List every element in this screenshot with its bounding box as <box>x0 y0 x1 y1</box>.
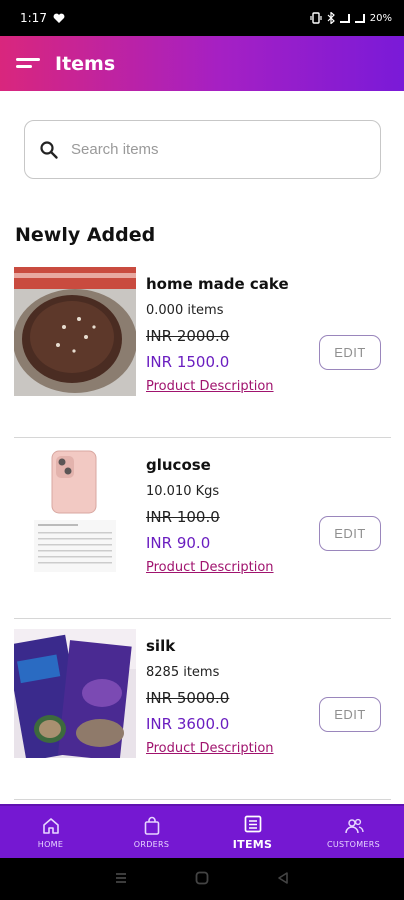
list-item: glucose 10.010 Kgs INR 100.0 INR 90.0 Pr… <box>0 448 404 619</box>
signal-icon <box>339 13 350 23</box>
divider <box>14 437 391 438</box>
recents-icon[interactable] <box>114 870 128 889</box>
item-quantity: 0.000 items <box>146 303 224 318</box>
back-icon[interactable] <box>276 870 290 889</box>
heart-icon <box>53 13 65 23</box>
nav-home[interactable]: HOME <box>0 806 101 858</box>
section-title: Newly Added <box>15 224 156 246</box>
list-item: silk 8285 items INR 5000.0 INR 3600.0 Pr… <box>0 629 404 800</box>
nav-orders[interactable]: ORDERS <box>101 806 202 858</box>
home-icon <box>42 817 59 834</box>
list-item: home made cake 0.000 items INR 2000.0 IN… <box>0 267 404 438</box>
home-button-icon[interactable] <box>195 870 209 889</box>
status-left: 1:17 <box>20 11 65 25</box>
item-name: silk <box>146 637 176 655</box>
product-image-glucose[interactable] <box>14 448 136 577</box>
item-original-price: INR 100.0 <box>146 508 220 526</box>
nav-customers[interactable]: CUSTOMERS <box>303 806 404 858</box>
vibrate-icon <box>310 12 322 24</box>
search-box[interactable] <box>24 120 381 179</box>
menu-icon[interactable] <box>16 56 40 72</box>
item-quantity: 8285 items <box>146 665 220 680</box>
product-description-link[interactable]: Product Description <box>146 379 274 394</box>
system-nav-bar <box>0 858 404 900</box>
page-title: Items <box>55 52 116 75</box>
bluetooth-icon <box>327 12 335 24</box>
nav-label: HOME <box>37 839 64 849</box>
item-sale-price: INR 3600.0 <box>146 715 230 733</box>
edit-button[interactable]: EDIT <box>319 516 381 551</box>
list-icon <box>244 815 261 832</box>
divider <box>14 799 391 800</box>
item-sale-price: INR 90.0 <box>146 534 211 552</box>
battery-level: 20% <box>369 12 392 24</box>
edit-button[interactable]: EDIT <box>319 697 381 732</box>
nav-items[interactable]: ITEMS <box>202 806 303 858</box>
item-original-price: INR 5000.0 <box>146 689 230 707</box>
status-right: 20% <box>310 12 392 24</box>
search-input[interactable] <box>71 141 351 158</box>
item-quantity: 10.010 Kgs <box>146 484 220 499</box>
people-icon <box>344 818 364 833</box>
item-sale-price: INR 1500.0 <box>146 353 230 371</box>
nav-label: CUSTOMERS <box>327 839 380 849</box>
product-image-cake[interactable] <box>14 267 136 396</box>
product-image-silk[interactable] <box>14 629 136 758</box>
product-description-link[interactable]: Product Description <box>146 560 274 575</box>
edit-button[interactable]: EDIT <box>319 335 381 370</box>
nav-label: ORDERS <box>133 839 170 849</box>
item-name: home made cake <box>146 275 289 293</box>
item-name: glucose <box>146 456 211 474</box>
item-original-price: INR 2000.0 <box>146 327 230 345</box>
search-icon <box>40 140 58 159</box>
app-bar: Items <box>0 36 404 91</box>
bag-icon <box>144 816 159 835</box>
bottom-nav: HOME ORDERS ITEMS CUSTOMERS <box>0 804 404 858</box>
divider <box>14 618 391 619</box>
status-time: 1:17 <box>20 11 47 25</box>
status-bar: 1:17 20% <box>0 0 404 36</box>
signal-icon-2 <box>354 13 365 23</box>
product-description-link[interactable]: Product Description <box>146 741 274 756</box>
nav-label: ITEMS <box>232 837 273 851</box>
